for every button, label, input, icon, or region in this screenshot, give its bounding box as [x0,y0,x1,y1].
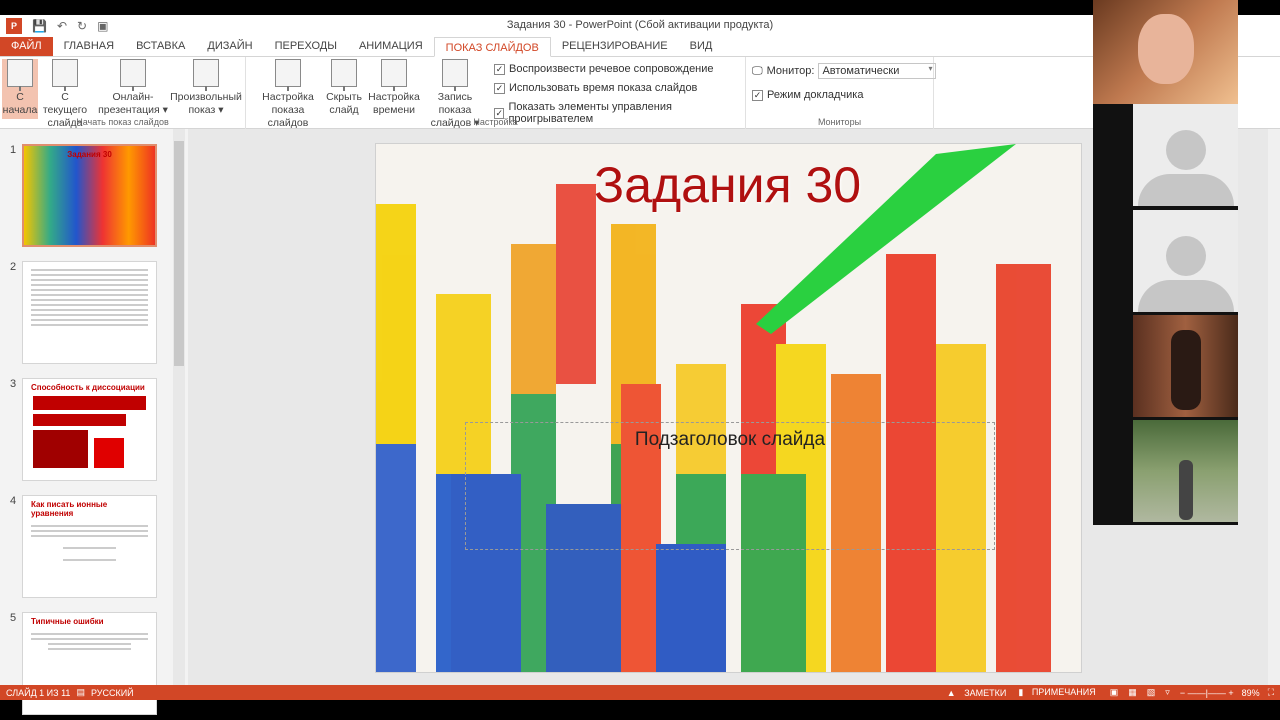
play-narrations-checkbox[interactable]: ✓ Воспроизвести речевое сопровождение [494,63,714,75]
checkbox-icon: ✓ [494,82,505,94]
group-label: Настройка [473,117,518,127]
presenter-video [1093,0,1238,104]
custom-show-icon [193,59,219,91]
thumbnail-slide-2[interactable] [22,261,157,364]
test-tubes-image [376,144,1081,672]
normal-view-icon[interactable]: ▣ [1110,687,1119,698]
tab-transitions[interactable]: ПЕРЕХОДЫ [264,36,348,56]
title-bar: P 💾 ↶ ↻ ▣ Задания 30 - PowerPoint (Сбой … [0,15,1280,37]
slide-sorter-icon[interactable]: ▦ [1128,687,1137,698]
thumb-number: 4 [10,495,17,507]
status-bar: СЛАЙД 1 ИЗ 11 ▤ РУССКИЙ ▲ ЗАМЕТКИ ▮ ПРИМ… [0,685,1280,700]
thumb-number: 1 [10,144,17,156]
slideshow-current-icon [52,59,78,91]
tab-view[interactable]: ВИД [679,36,724,56]
language-indicator[interactable]: РУССКИЙ [91,688,134,698]
presenter-face [1137,14,1194,84]
participant-video [1133,420,1238,522]
online-presentation-button[interactable]: Онлайн-презентация ▾ [96,59,170,117]
zoom-slider[interactable]: − ——|—— + [1180,688,1234,698]
slide-thumbnails-panel: 1 Задания 30 2 3 Способность к диссоциац… [0,129,188,715]
thumbnail-slide-1[interactable]: Задания 30 [22,144,157,247]
slideshow-play-icon [7,59,33,91]
group-start-show: С начала С текущего слайда Онлайн-презен… [0,57,246,129]
tab-review[interactable]: РЕЦЕНЗИРОВАНИЕ [551,36,679,56]
notes-button[interactable]: ▲ ЗАМЕТКИ [947,688,1007,698]
thumbnail-slide-3[interactable]: Способность к диссоциации [22,378,157,481]
rehearse-timings-button[interactable]: Настройка времени [366,59,422,117]
tab-slideshow[interactable]: ПОКАЗ СЛАЙДОВ [433,37,551,57]
checkbox-icon: ✓ [494,63,505,75]
slide-counter: СЛАЙД 1 ИЗ 11 [6,687,71,698]
group-monitors: 🖵Монитор:Автоматически ✓Режим докладчика… [746,57,937,129]
use-timings-checkbox[interactable]: ✓ Использовать время показа слайдов [494,82,697,94]
spellcheck-icon[interactable]: ▤ [76,687,85,698]
participant-tile [1133,210,1238,312]
monitor-row: 🖵 Монитор: Автоматически [752,63,937,79]
timer-icon [381,59,407,91]
window-title: Задания 30 - PowerPoint (Сбой активации … [506,19,774,31]
thumb-number: 3 [10,378,17,390]
avatar-icon [1165,130,1206,170]
tab-insert[interactable]: ВСТАВКА [125,36,196,56]
fit-slide-icon[interactable]: ⛶ [1268,687,1274,698]
thumb-number: 2 [10,261,17,273]
monitor-select[interactable]: Автоматически [818,63,937,79]
ribbon: С начала С текущего слайда Онлайн-презен… [0,57,1280,129]
hide-slide-icon [331,59,357,91]
comments-button[interactable]: ▮ ПРИМЕЧАНИЯ [1018,687,1095,698]
thumbnail-slide-4[interactable]: Как писать ионные уравнения [22,495,157,598]
reading-view-icon[interactable]: ▧ [1147,687,1156,698]
video-conference-panel [1093,0,1238,525]
group-label: Начать показ слайдов [76,117,169,127]
thumb-number: 5 [10,612,17,624]
scrollbar-thumb[interactable] [174,141,184,366]
participant-tile [1133,104,1238,206]
participant-video [1133,315,1238,417]
tab-design[interactable]: ДИЗАЙН [196,36,263,56]
current-slide[interactable]: Задания 30 Подзаголовок слайда [375,143,1082,673]
slideshow-view-icon[interactable]: ▿ [1165,687,1170,698]
subtitle-placeholder[interactable]: Подзаголовок слайда [465,422,995,550]
thumbnails-scrollbar[interactable] [173,129,185,685]
avatar-icon [1165,236,1206,276]
hide-slide-button[interactable]: Скрыть слайд [324,59,364,117]
presenter-view-checkbox[interactable]: ✓ Режим докладчика [752,89,863,101]
checkbox-icon: ✓ [752,89,763,101]
tab-animation[interactable]: АНИМАЦИЯ [348,36,434,56]
setup-icon [275,59,301,91]
group-label: Мониторы [817,117,862,127]
tab-home[interactable]: ГЛАВНАЯ [53,36,125,56]
zoom-level[interactable]: 89% [1242,688,1260,698]
slide-title[interactable]: Задания 30 [594,156,861,214]
tab-file[interactable]: ФАЙЛ [0,36,53,56]
online-globe-icon [120,59,146,91]
custom-show-button[interactable]: Произвольный показ ▾ [168,59,244,117]
editor-scrollbar[interactable] [1268,129,1280,685]
record-icon [442,59,468,91]
group-setup: Настройка показа слайдов Скрыть слайд На… [246,57,746,129]
ribbon-tabs: ФАЙЛ ГЛАВНАЯ ВСТАВКА ДИЗАЙН ПЕРЕХОДЫ АНИ… [0,36,1280,57]
monitor-icon: 🖵 [752,64,763,77]
from-start-button[interactable]: С начала [2,59,38,119]
